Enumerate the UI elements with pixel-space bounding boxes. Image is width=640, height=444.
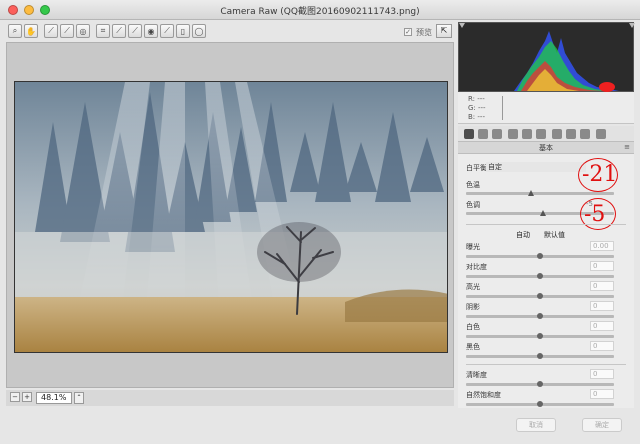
zoom-level-field[interactable]: 48.1% xyxy=(36,392,72,404)
b-readout: B: --- xyxy=(468,113,485,121)
tint-annotation: -5 xyxy=(584,202,606,227)
highlights-value[interactable]: 0 xyxy=(590,281,614,291)
fullscreen-toggle-icon[interactable]: ⇱ xyxy=(436,24,452,38)
zoom-in-button[interactable]: + xyxy=(22,392,32,402)
histogram xyxy=(458,22,635,92)
blacks-thumb[interactable] xyxy=(537,353,543,359)
shadows-value[interactable]: 0 xyxy=(590,301,614,311)
whites-thumb[interactable] xyxy=(537,333,543,339)
readout-divider xyxy=(502,96,503,120)
temperature-thumb[interactable] xyxy=(528,190,534,196)
shadow-clip-icon[interactable] xyxy=(459,23,465,28)
misty-forest-photo xyxy=(15,82,447,352)
exposure-thumb[interactable] xyxy=(537,253,543,259)
panel-tabs xyxy=(458,126,634,142)
clarity-slider[interactable] xyxy=(466,381,614,387)
highlight-clip-icon[interactable] xyxy=(629,23,635,28)
camera-calibration-tab-icon[interactable] xyxy=(566,129,576,139)
split-toning-tab-icon[interactable] xyxy=(522,129,532,139)
rgb-readout: R: --- G: --- B: --- xyxy=(458,92,634,124)
contrast-slider[interactable] xyxy=(466,273,614,279)
contrast-value[interactable]: 0 xyxy=(590,261,614,271)
window-title: Camera Raw (QQ截图20160902111743.png) xyxy=(220,7,420,17)
effects-tab-icon[interactable] xyxy=(552,129,562,139)
zoom-dropdown-icon[interactable]: ⌃ xyxy=(74,392,84,404)
zoom-bar: − + 48.1% ⌃ xyxy=(6,390,454,406)
panel-title: 基本 xyxy=(539,144,553,152)
shadows-thumb[interactable] xyxy=(537,313,543,319)
blacks-value[interactable]: 0 xyxy=(590,341,614,351)
zoom-out-button[interactable]: − xyxy=(10,392,20,402)
blacks-label: 黑色 xyxy=(466,343,480,351)
white-balance-select[interactable]: 自定 xyxy=(486,162,586,172)
presets-tab-icon[interactable] xyxy=(580,129,590,139)
highlights-thumb[interactable] xyxy=(537,293,543,299)
cancel-button[interactable]: 取消 xyxy=(516,418,556,432)
target-adjust-icon[interactable]: ◎ xyxy=(76,24,90,38)
section-divider xyxy=(466,224,626,225)
whites-value[interactable]: 0 xyxy=(590,321,614,331)
photo-preview[interactable] xyxy=(14,81,448,353)
tone-curve-tab-icon[interactable] xyxy=(478,129,488,139)
vibrance-value[interactable]: 0 xyxy=(590,389,614,399)
red-eye-icon[interactable]: ◉ xyxy=(144,24,158,38)
tint-label: 色调 xyxy=(466,201,480,209)
panel-header: 基本 ≡ xyxy=(458,142,634,154)
graduated-filter-icon[interactable]: ▯ xyxy=(176,24,190,38)
temperature-slider[interactable] xyxy=(466,190,614,196)
panel-menu-icon[interactable]: ≡ xyxy=(624,143,630,151)
color-sampler-icon[interactable]: ⟋ xyxy=(60,24,74,38)
shadows-label: 阴影 xyxy=(466,303,480,311)
preview-label: 预览 xyxy=(416,28,432,37)
hand-tool-icon[interactable]: ✋ xyxy=(24,24,38,38)
contrast-label: 对比度 xyxy=(466,263,487,271)
window-title-bar: Camera Raw (QQ截图20160902111743.png) xyxy=(0,0,640,20)
clarity-value[interactable]: 0 xyxy=(590,369,614,379)
straighten-icon[interactable]: ⟋ xyxy=(112,24,126,38)
shadows-slider[interactable] xyxy=(466,313,614,319)
crop-icon[interactable]: ⌗ xyxy=(96,24,110,38)
highlights-label: 高光 xyxy=(466,283,480,291)
white-balance-icon[interactable]: ⟋ xyxy=(44,24,58,38)
exposure-label: 曝光 xyxy=(466,243,480,251)
temperature-annotation: -21 xyxy=(582,162,618,187)
section-divider xyxy=(466,364,626,365)
exposure-value[interactable]: 0.00 xyxy=(590,241,614,251)
whites-slider[interactable] xyxy=(466,333,614,339)
zoom-tool-icon[interactable]: ⌕ xyxy=(8,24,22,38)
g-readout: G: --- xyxy=(468,104,486,112)
ok-button[interactable]: 确定 xyxy=(582,418,622,432)
hsl-tab-icon[interactable] xyxy=(508,129,518,139)
adjustment-brush-icon[interactable]: ⟋ xyxy=(160,24,174,38)
vibrance-thumb[interactable] xyxy=(537,401,543,407)
exposure-slider[interactable] xyxy=(466,253,614,259)
dialog-buttons: 取消 确定 xyxy=(458,410,634,440)
highlights-slider[interactable] xyxy=(466,293,614,299)
vibrance-slider[interactable] xyxy=(466,401,614,407)
clarity-label: 清晰度 xyxy=(466,371,487,379)
detail-tab-icon[interactable] xyxy=(492,129,502,139)
contrast-thumb[interactable] xyxy=(537,273,543,279)
preview-pane xyxy=(6,42,454,388)
whites-label: 白色 xyxy=(466,323,480,331)
radial-filter-icon[interactable]: ◯ xyxy=(192,24,206,38)
spot-removal-icon[interactable]: ⟋ xyxy=(128,24,142,38)
vibrance-label: 自然饱和度 xyxy=(466,391,501,399)
tool-bar: ⌕ ✋ ⟋ ⟋ ◎ ⌗ ⟋ ⟋ ◉ ⟋ ▯ ◯ ✓ 预览 ⇱ xyxy=(6,22,454,42)
clarity-thumb[interactable] xyxy=(537,381,543,387)
preview-checkbox[interactable]: ✓ xyxy=(404,28,412,36)
tint-thumb[interactable] xyxy=(540,210,546,216)
default-button[interactable]: 默认值 xyxy=(544,230,565,240)
snapshots-tab-icon[interactable] xyxy=(596,129,606,139)
lens-tab-icon[interactable] xyxy=(536,129,546,139)
basic-tab-icon[interactable] xyxy=(464,129,474,139)
temperature-label: 色温 xyxy=(466,181,480,189)
blacks-slider[interactable] xyxy=(466,353,614,359)
auto-button[interactable]: 自动 xyxy=(516,230,530,240)
basic-panel: 白平衡: 自定 色温 色调 -5 -21 -5 自动 默认值 曝光 0.00 对… xyxy=(458,154,634,408)
r-readout: R: --- xyxy=(468,95,485,103)
histogram-graph xyxy=(459,23,635,92)
